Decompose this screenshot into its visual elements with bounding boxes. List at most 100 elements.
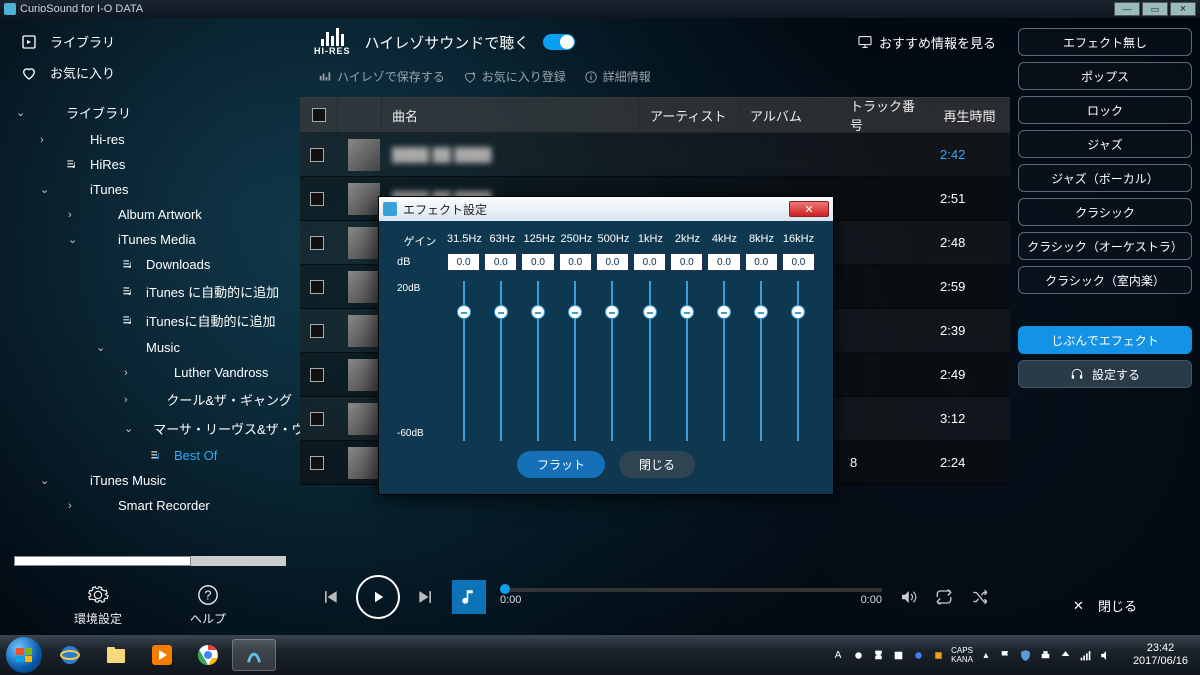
gain-input[interactable]: 0.0 <box>670 253 703 271</box>
now-playing-button[interactable] <box>452 580 486 614</box>
gain-input[interactable]: 0.0 <box>447 253 480 271</box>
tree-item[interactable]: Downloads <box>0 252 300 277</box>
col-track[interactable]: トラック番号 <box>840 98 930 132</box>
effect-preset-button[interactable]: ジャズ（ボーカル） <box>1018 164 1192 192</box>
tray-shield-icon[interactable] <box>1019 648 1033 662</box>
effect-preset-button[interactable]: ポップス <box>1018 62 1192 90</box>
effect-preset-button[interactable]: ジャズ <box>1018 130 1192 158</box>
add-favorite-button[interactable]: お気に入り登録 <box>463 68 566 85</box>
tray-chevron-icon[interactable]: ▴ <box>979 648 993 662</box>
col-time[interactable]: 再生時間 <box>930 98 1010 132</box>
seek-slider[interactable] <box>500 588 882 592</box>
tree-item[interactable]: ⌄マーサ・リーヴス&ザ・ヴァンデラ <box>0 414 300 443</box>
taskbar-clock[interactable]: 23:42 2017/06/16 <box>1127 642 1194 668</box>
tray-app2-icon[interactable] <box>891 648 905 662</box>
gain-input[interactable]: 0.0 <box>707 253 740 271</box>
prev-button[interactable] <box>318 585 342 609</box>
detail-info-button[interactable]: 詳細情報 <box>584 68 651 85</box>
tree-item[interactable]: ›Smart Recorder <box>0 493 300 518</box>
tray-app1-icon[interactable] <box>851 648 865 662</box>
tree-item[interactable]: ›Hi-res <box>0 127 300 152</box>
start-button[interactable] <box>6 637 42 673</box>
dialog-titlebar[interactable]: エフェクト設定 ✕ <box>379 197 833 221</box>
eq-slider[interactable] <box>484 281 517 441</box>
row-checkbox[interactable] <box>310 148 324 162</box>
sidebar-favorites[interactable]: お気に入り <box>16 57 284 88</box>
flat-button[interactable]: フラット <box>517 451 605 478</box>
row-checkbox[interactable] <box>310 324 324 338</box>
tree-item[interactable]: iTunes に自動的に追加 <box>0 277 300 306</box>
eq-slider[interactable] <box>670 281 703 441</box>
gain-input[interactable]: 0.0 <box>596 253 629 271</box>
tray-volume-icon[interactable] <box>1099 648 1113 662</box>
tree-item[interactable]: ⌄iTunes Music <box>0 468 300 493</box>
effect-preset-button[interactable]: クラシック <box>1018 198 1192 226</box>
gain-input[interactable]: 0.0 <box>782 253 815 271</box>
taskbar-chrome[interactable] <box>186 639 230 671</box>
tray-app4-icon[interactable] <box>931 648 945 662</box>
taskbar-explorer[interactable] <box>94 639 138 671</box>
tree-item[interactable]: iTunesに自動的に追加 <box>0 306 300 335</box>
effect-preset-button[interactable]: ロック <box>1018 96 1192 124</box>
tray-network-icon[interactable] <box>1079 648 1093 662</box>
sidebar-library[interactable]: ライブラリ <box>16 26 284 57</box>
tree-item[interactable]: ›Luther Vandross <box>0 360 300 385</box>
tray-ime-icon[interactable]: A <box>831 648 845 662</box>
tray-eject-icon[interactable] <box>1059 648 1073 662</box>
tree-item[interactable]: ›Album Artwork <box>0 202 300 227</box>
gain-input[interactable]: 0.0 <box>745 253 778 271</box>
row-checkbox[interactable] <box>310 368 324 382</box>
dialog-close-x[interactable]: ✕ <box>789 201 829 217</box>
col-artist[interactable]: アーティスト <box>640 98 740 132</box>
gain-input[interactable]: 0.0 <box>559 253 592 271</box>
self-effect-button[interactable]: じぶんでエフェクト <box>1018 326 1192 354</box>
play-button[interactable] <box>356 575 400 619</box>
tree-item[interactable]: ⌄Music <box>0 335 300 360</box>
effect-preset-button[interactable]: エフェクト無し <box>1018 28 1192 56</box>
eq-slider[interactable] <box>782 281 815 441</box>
tree-item[interactable]: ⌄iTunes <box>0 177 300 202</box>
select-all-checkbox[interactable] <box>312 108 326 122</box>
eq-slider[interactable] <box>447 281 480 441</box>
tray-flag-icon[interactable] <box>999 648 1013 662</box>
effect-preset-button[interactable]: クラシック（室内楽） <box>1018 266 1192 294</box>
volume-button[interactable] <box>896 585 920 609</box>
taskbar-curiosound[interactable] <box>232 639 276 671</box>
tree-item[interactable]: ⌄ライブラリ <box>0 98 300 127</box>
gain-input[interactable]: 0.0 <box>521 253 554 271</box>
window-close-button[interactable] <box>1170 2 1196 16</box>
recommend-link[interactable]: おすすめ情報を見る <box>857 33 996 52</box>
eq-slider[interactable] <box>633 281 666 441</box>
close-panel-button[interactable]: ✕ 閉じる <box>1018 586 1192 625</box>
eq-slider[interactable] <box>596 281 629 441</box>
eq-slider[interactable] <box>559 281 592 441</box>
window-minimize-button[interactable] <box>1114 2 1140 16</box>
shuffle-button[interactable] <box>968 585 992 609</box>
save-hires-button[interactable]: ハイレゾで保存する <box>318 68 445 85</box>
table-row[interactable]: ████ ██ ████ 2:42 <box>300 133 1010 177</box>
tree-item[interactable]: HiRes <box>0 152 300 177</box>
eq-slider[interactable] <box>521 281 554 441</box>
row-checkbox[interactable] <box>310 280 324 294</box>
row-checkbox[interactable] <box>310 192 324 206</box>
tree-item[interactable]: ›クール&ザ・ギャング <box>0 385 300 414</box>
repeat-button[interactable] <box>932 585 956 609</box>
tree-item[interactable]: Best Of <box>0 443 300 468</box>
tray-printer-icon[interactable] <box>1039 648 1053 662</box>
tray-app3-icon[interactable] <box>911 648 925 662</box>
hires-toggle[interactable] <box>543 34 575 50</box>
col-title[interactable]: 曲名 <box>382 98 640 132</box>
eq-slider[interactable] <box>707 281 740 441</box>
eq-slider[interactable] <box>745 281 778 441</box>
row-checkbox[interactable] <box>310 236 324 250</box>
tray-tool-icon[interactable] <box>871 648 885 662</box>
settings-button[interactable]: 環境設定 <box>74 584 122 627</box>
help-button[interactable]: ? ヘルプ <box>190 584 226 627</box>
effect-preset-button[interactable]: クラシック（オーケストラ） <box>1018 232 1192 260</box>
configure-effect-button[interactable]: 設定する <box>1018 360 1192 388</box>
taskbar-media[interactable] <box>140 639 184 671</box>
dialog-close-button[interactable]: 閉じる <box>619 451 695 478</box>
tree-item[interactable]: ⌄iTunes Media <box>0 227 300 252</box>
taskbar-ie[interactable] <box>48 639 92 671</box>
gain-input[interactable]: 0.0 <box>633 253 666 271</box>
